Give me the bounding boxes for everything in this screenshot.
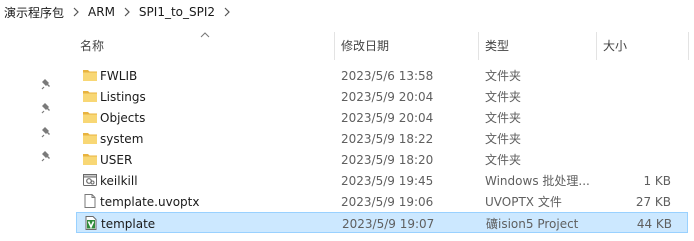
file-type: UVOPTX 文件 xyxy=(485,195,562,209)
file-row[interactable]: template.uvoptx 2023/5/9 19:06 UVOPTX 文件… xyxy=(76,191,688,212)
column-header-size-label: 大小 xyxy=(603,38,628,53)
folder-icon xyxy=(82,130,98,146)
column-header-size[interactable]: 大小 xyxy=(599,30,689,60)
file-size xyxy=(601,149,671,170)
file-type: 礦ision5 Project xyxy=(486,217,579,231)
column-header-name-label: 名称 xyxy=(80,38,105,53)
column-header-date[interactable]: 修改日期 xyxy=(337,30,479,60)
folder-icon xyxy=(82,88,98,104)
file-date: 2023/5/9 19:06 xyxy=(341,194,434,209)
file-name: keilkill xyxy=(100,173,138,188)
file-name: template xyxy=(101,216,156,231)
file-size xyxy=(601,128,671,149)
file-type: 文件夹 xyxy=(485,90,522,104)
file-type: 文件夹 xyxy=(485,153,522,167)
folder-icon xyxy=(82,151,98,167)
file-name: USER xyxy=(100,152,133,167)
file-date: 2023/5/9 19:07 xyxy=(342,216,435,231)
keil-project-icon xyxy=(83,215,99,231)
column-divider[interactable] xyxy=(334,32,335,60)
breadcrumb-item-current[interactable]: SPI1_to_SPI2 xyxy=(137,5,217,19)
file-row[interactable]: FWLIB 2023/5/6 13:58 文件夹 xyxy=(76,65,688,86)
chevron-right-icon[interactable] xyxy=(66,7,86,17)
folder-icon xyxy=(82,109,98,125)
pin-icon[interactable] xyxy=(40,125,54,139)
file-type: 文件夹 xyxy=(485,69,522,83)
file-name: FWLIB xyxy=(100,68,138,83)
file-size xyxy=(601,107,671,128)
column-header-type[interactable]: 类型 xyxy=(481,30,597,60)
file-name: system xyxy=(100,131,144,146)
file-date: 2023/5/9 20:04 xyxy=(341,89,434,104)
column-header-name[interactable]: 名称 xyxy=(76,30,334,60)
file-name: template.uvoptx xyxy=(100,194,200,209)
breadcrumb-item-arm[interactable]: ARM xyxy=(86,5,117,19)
file-row[interactable]: keilkill 2023/5/9 19:45 Windows 批处理... 1… xyxy=(76,170,688,191)
batch-file-icon xyxy=(82,172,98,188)
file-date: 2023/5/9 18:22 xyxy=(341,131,434,146)
file-size: 44 KB xyxy=(636,216,672,231)
pin-icon[interactable] xyxy=(40,101,54,115)
pin-icon[interactable] xyxy=(40,149,54,163)
file-type: 文件夹 xyxy=(485,111,522,125)
column-divider[interactable] xyxy=(596,32,597,60)
file-date: 2023/5/9 19:45 xyxy=(341,173,434,188)
column-header: 名称 修改日期 类型 大小 xyxy=(76,30,694,60)
file-type: 文件夹 xyxy=(485,132,522,146)
pin-icon[interactable] xyxy=(40,77,54,91)
file-size xyxy=(601,86,671,107)
folder-icon xyxy=(82,67,98,83)
file-type: Windows 批处理... xyxy=(485,174,590,188)
column-divider[interactable] xyxy=(688,32,689,60)
file-size: 27 KB xyxy=(635,194,671,209)
chevron-right-icon[interactable] xyxy=(217,7,237,17)
file-size xyxy=(601,65,671,86)
file-date: 2023/5/9 18:20 xyxy=(341,152,434,167)
file-size: 1 KB xyxy=(643,173,671,188)
column-header-type-label: 类型 xyxy=(485,38,510,53)
column-header-date-label: 修改日期 xyxy=(341,38,390,53)
chevron-right-icon[interactable] xyxy=(117,7,137,17)
file-row-selected[interactable]: template 2023/5/9 19:07 礦ision5 Project … xyxy=(76,212,688,233)
file-name: Objects xyxy=(100,110,146,125)
file-row[interactable]: Listings 2023/5/9 20:04 文件夹 xyxy=(76,86,688,107)
file-row[interactable]: Objects 2023/5/9 20:04 文件夹 xyxy=(76,107,688,128)
breadcrumb: 演示程序包 ARM SPI1_to_SPI2 xyxy=(0,0,694,24)
file-name: Listings xyxy=(100,89,146,104)
document-icon xyxy=(82,193,98,209)
file-date: 2023/5/6 13:58 xyxy=(341,68,434,83)
breadcrumb-item-root[interactable]: 演示程序包 xyxy=(0,4,66,21)
column-divider[interactable] xyxy=(478,32,479,60)
file-date: 2023/5/9 20:04 xyxy=(341,110,434,125)
file-row[interactable]: system 2023/5/9 18:22 文件夹 xyxy=(76,128,688,149)
file-row[interactable]: USER 2023/5/9 18:20 文件夹 xyxy=(76,149,688,170)
